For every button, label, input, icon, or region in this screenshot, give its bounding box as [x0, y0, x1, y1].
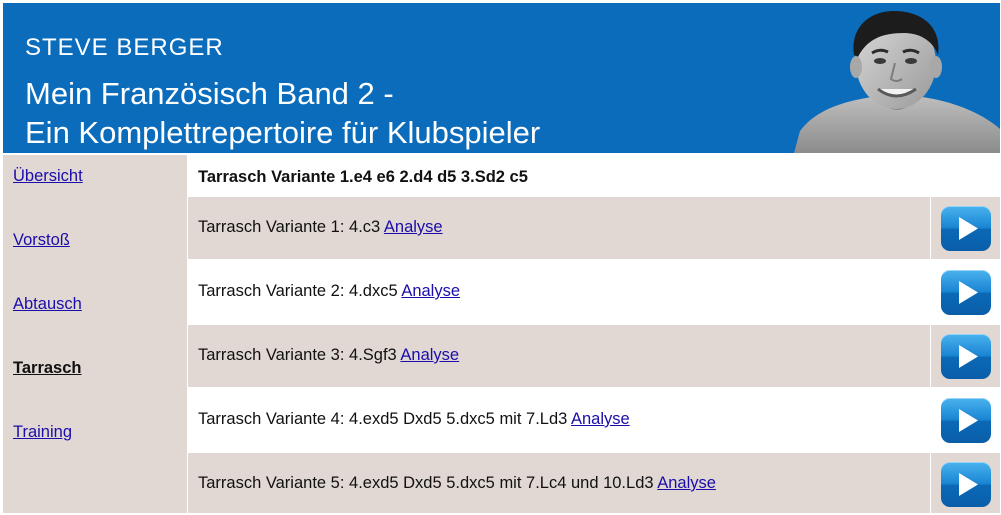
sidebar-item-abtausch[interactable]: Abtausch [13, 295, 82, 314]
row-text: Tarrasch Variante 2: 4.dxc5 Analyse [198, 282, 460, 301]
play-button[interactable] [941, 398, 991, 443]
play-button[interactable] [941, 334, 991, 379]
sidebar-item-uebersicht[interactable]: Übersicht [13, 167, 83, 186]
analyse-link[interactable]: Analyse [384, 218, 443, 236]
table-row: Tarrasch Variante 1: 4.c3 Analyse [188, 197, 1000, 259]
variation-name: Tarrasch Variante 3: 4.Sgf3 [198, 346, 397, 364]
row-cell: Tarrasch Variante 5: 4.exd5 Dxd5 5.dxc5 … [188, 453, 930, 513]
sidebar-item-training[interactable]: Training [13, 423, 72, 442]
button-cell [931, 325, 1000, 387]
row-text: Tarrasch Variante 3: 4.Sgf3 Analyse [198, 346, 459, 365]
button-cell [931, 453, 1000, 513]
header-banner: STEVE BERGER Mein Französisch Band 2 - E… [3, 3, 1000, 153]
table-row: Tarrasch Variante 5: 4.exd5 Dxd5 5.dxc5 … [188, 453, 1000, 513]
variation-table: Tarrasch Variante 1.e4 e6 2.d4 d5 3.Sd2 … [188, 155, 1000, 513]
row-cell: Tarrasch Variante 3: 4.Sgf3 Analyse [188, 325, 930, 387]
table-row: Tarrasch Variante 4: 4.exd5 Dxd5 5.dxc5 … [188, 389, 1000, 451]
author-name: STEVE BERGER [25, 34, 224, 61]
play-icon [959, 281, 978, 304]
row-text: Tarrasch Variante 4: 4.exd5 Dxd5 5.dxc5 … [198, 410, 630, 429]
page: STEVE BERGER Mein Französisch Band 2 - E… [0, 0, 1001, 515]
row-cell: Tarrasch Variante 2: 4.dxc5 Analyse [188, 261, 930, 323]
title-line-2: Ein Komplettrepertoire für Klubspieler [25, 115, 541, 150]
page-title: Mein Französisch Band 2 - Ein Komplettre… [25, 74, 540, 152]
variation-name: Tarrasch Variante 2: 4.dxc5 [198, 282, 398, 300]
button-cell [931, 261, 1000, 323]
row-cell: Tarrasch Variante 1: 4.c3 Analyse [188, 197, 930, 259]
row-cell: Tarrasch Variante 4: 4.exd5 Dxd5 5.dxc5 … [188, 389, 930, 451]
sidebar-item-vorstoss[interactable]: Vorstoß [13, 231, 70, 250]
analyse-link[interactable]: Analyse [571, 410, 630, 428]
row-text: Tarrasch Variante 5: 4.exd5 Dxd5 5.dxc5 … [198, 474, 716, 493]
button-cell [931, 197, 1000, 259]
play-icon [959, 217, 978, 240]
play-icon [959, 409, 978, 432]
variation-name: Tarrasch Variante 1: 4.c3 [198, 218, 381, 236]
table-row: Tarrasch Variante 3: 4.Sgf3 Analyse [188, 325, 1000, 387]
row-text: Tarrasch Variante 1: 4.c3 Analyse [198, 218, 443, 237]
table-row: Tarrasch Variante 2: 4.dxc5 Analyse [188, 261, 1000, 323]
play-icon [959, 345, 978, 368]
analyse-link[interactable]: Analyse [657, 474, 716, 492]
play-button[interactable] [941, 462, 991, 507]
analyse-link[interactable]: Analyse [400, 346, 459, 364]
play-icon [959, 473, 978, 496]
author-portrait [794, 11, 1000, 153]
play-button[interactable] [941, 270, 991, 315]
sidebar-item-tarrasch[interactable]: Tarrasch [13, 359, 81, 378]
section-heading: Tarrasch Variante 1.e4 e6 2.d4 d5 3.Sd2 … [198, 168, 528, 186]
variation-name: Tarrasch Variante 4: 4.exd5 Dxd5 5.dxc5 … [198, 410, 568, 428]
title-line-1: Mein Französisch Band 2 - [25, 76, 394, 111]
button-cell [931, 389, 1000, 451]
play-button[interactable] [941, 206, 991, 251]
analyse-link[interactable]: Analyse [401, 282, 460, 300]
variation-name: Tarrasch Variante 5: 4.exd5 Dxd5 5.dxc5 … [198, 474, 654, 492]
sidebar-nav: Übersicht Vorstoß Abtausch Tarrasch Trai… [3, 155, 187, 513]
